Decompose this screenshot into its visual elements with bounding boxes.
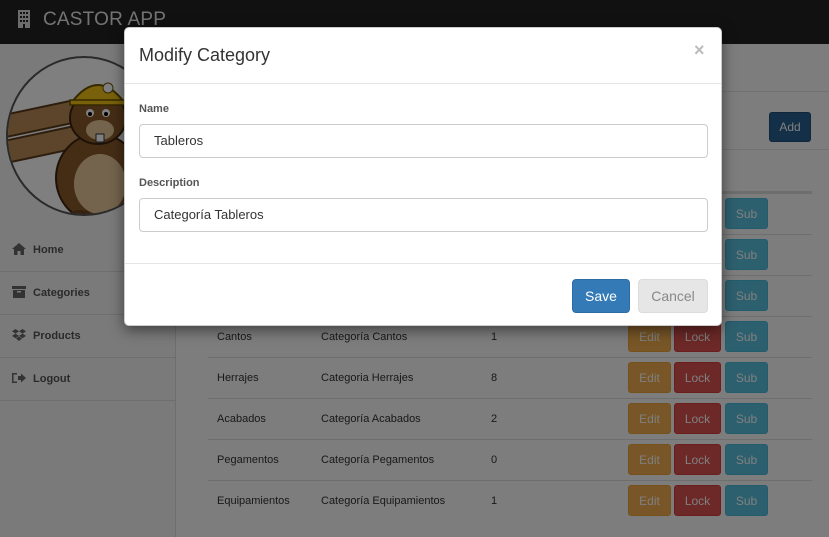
modal-body: Name Tableros Description Categoría Tabl… <box>125 85 721 263</box>
name-input[interactable]: Tableros <box>139 124 708 158</box>
name-label: Name <box>139 103 169 115</box>
modify-category-dialog: Modify Category × Name Tableros Descript… <box>124 27 722 326</box>
modal-footer: Save Cancel <box>125 263 721 326</box>
description-input[interactable]: Categoría Tableros <box>139 198 708 232</box>
modal-header: Modify Category × <box>125 28 721 84</box>
save-button[interactable]: Save <box>572 279 630 313</box>
close-icon[interactable]: × <box>694 40 705 60</box>
cancel-button[interactable]: Cancel <box>638 279 708 313</box>
modal-title: Modify Category <box>139 45 271 65</box>
description-label: Description <box>139 177 200 189</box>
